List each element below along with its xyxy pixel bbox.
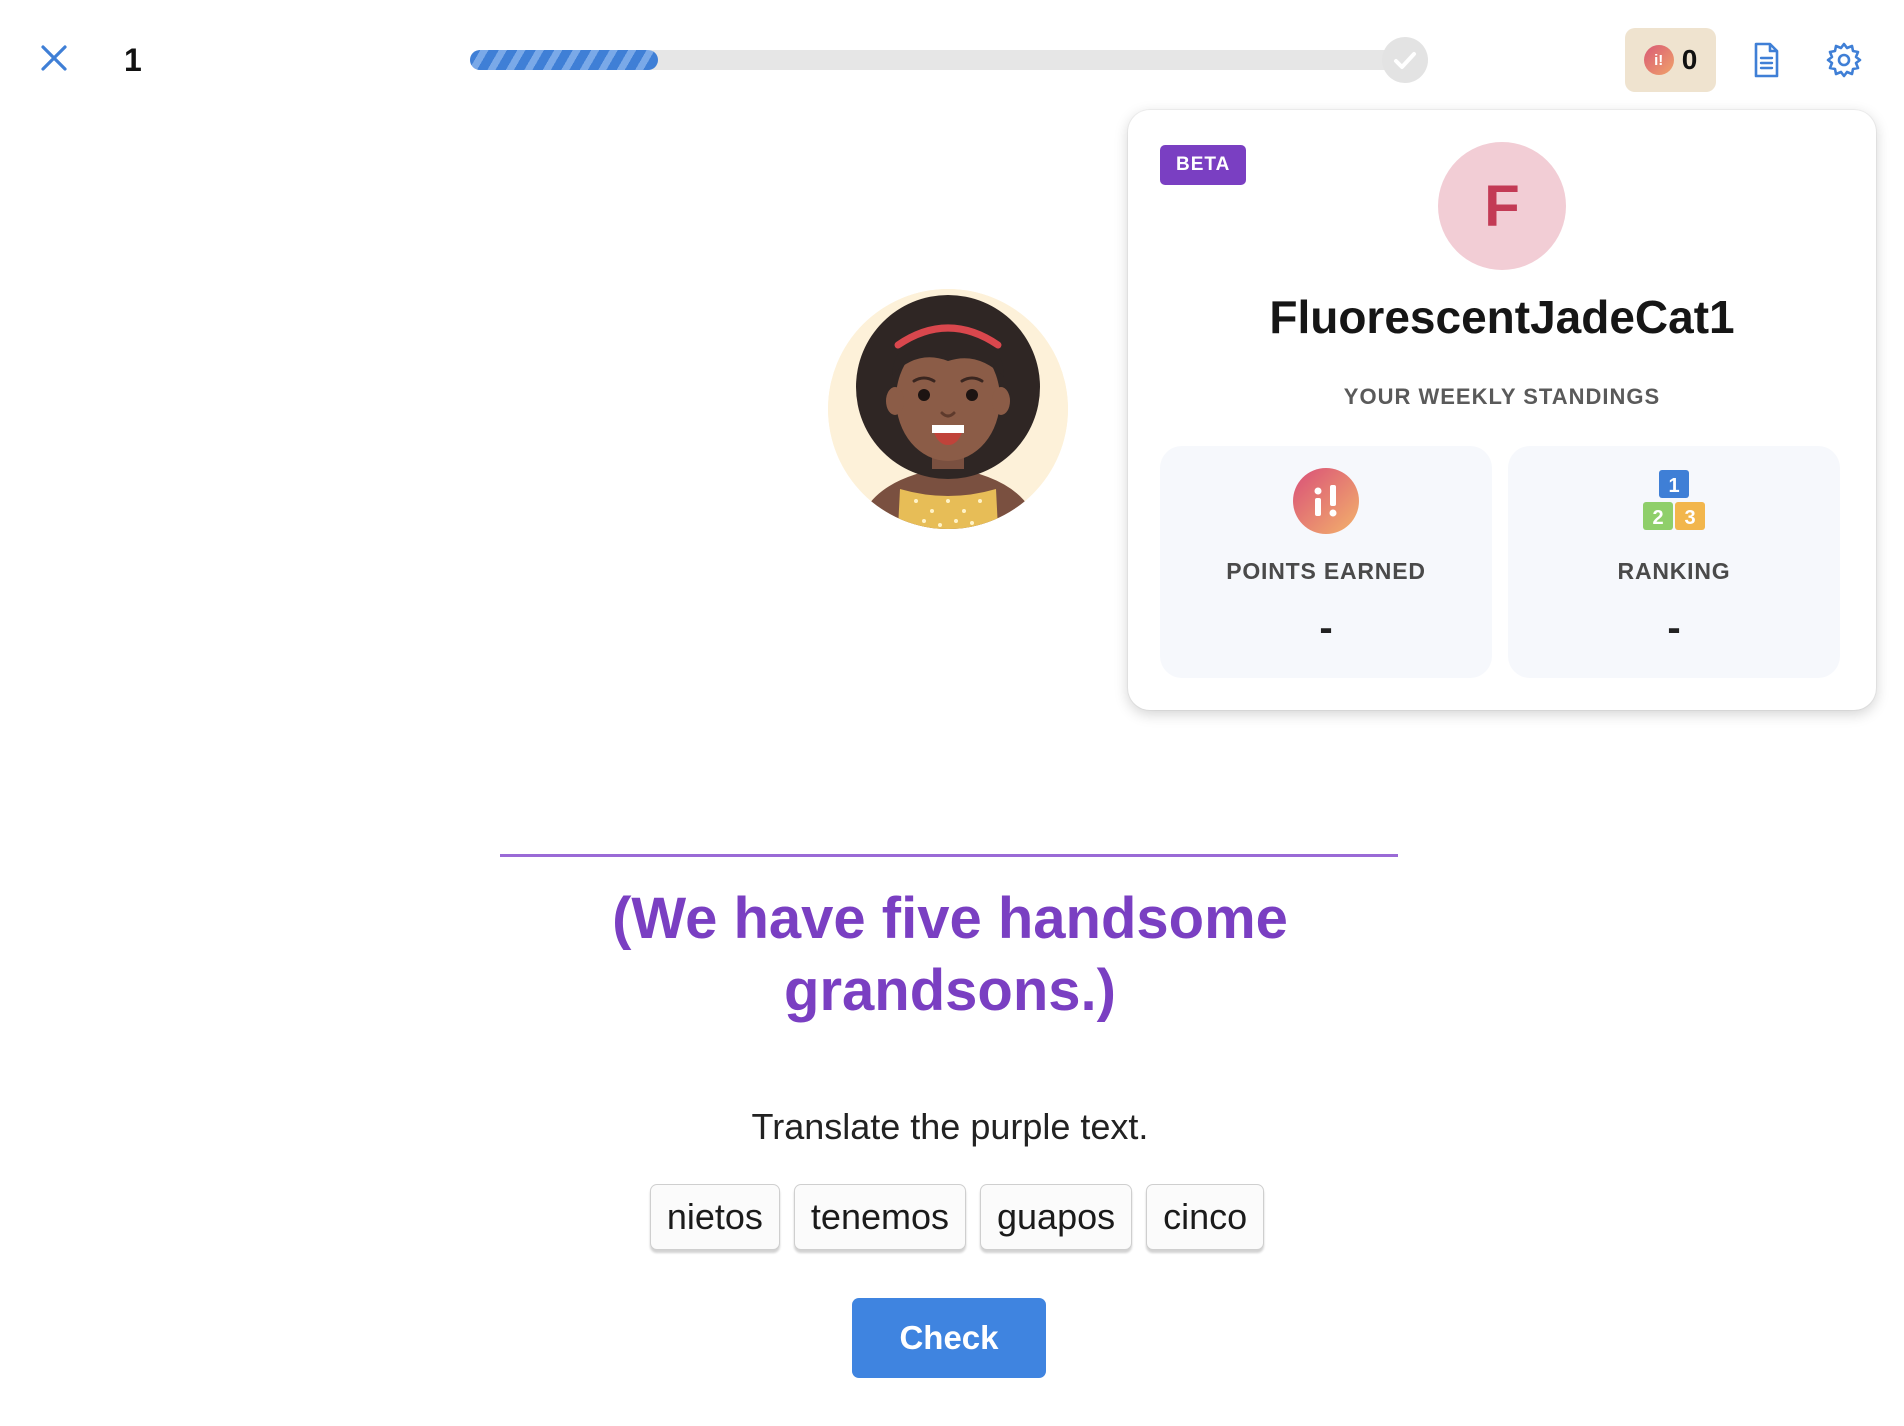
checkmark-icon	[1394, 52, 1416, 69]
translation-prompt: (We have five handsome grandsons.)	[612, 886, 1288, 1023]
rank-digit-2: 2	[1652, 507, 1663, 529]
points-earned-label: POINTS EARNED	[1226, 558, 1426, 584]
word-bank: nietos tenemos guapos cinco	[0, 1184, 1904, 1250]
check-button[interactable]: Check	[852, 1298, 1046, 1378]
prompt-divider	[500, 854, 1398, 857]
speaker-avatar	[828, 289, 1068, 529]
points-button[interactable]: i! 0	[1625, 28, 1716, 92]
points-count: 0	[1681, 44, 1698, 75]
progress-checkpoint	[1382, 37, 1428, 83]
woman-character-illustration	[828, 289, 1068, 529]
word-tile[interactable]: tenemos	[793, 1184, 966, 1250]
instruction-text: Translate the purple text.	[751, 1106, 1149, 1147]
lesson-progress-bar	[470, 50, 1410, 70]
ranking-card: 1 2 3 RANKING -	[1508, 446, 1840, 678]
username: FluorescentJadeCat1	[1269, 291, 1735, 343]
document-icon[interactable]	[1746, 40, 1786, 80]
progress-fill	[470, 50, 658, 70]
rank-digit-3: 3	[1684, 507, 1695, 529]
ranking-label: RANKING	[1617, 558, 1731, 584]
beta-badge: BETA	[1160, 145, 1247, 185]
lesson-count: 1	[124, 42, 142, 78]
word-tile[interactable]: nietos	[649, 1184, 780, 1250]
gear-icon[interactable]	[1824, 40, 1864, 80]
close-icon[interactable]	[36, 40, 72, 76]
ranking-value: -	[1667, 606, 1681, 650]
points-earned-card: POINTS EARNED -	[1160, 446, 1492, 678]
user-avatar: F	[1438, 142, 1566, 270]
weekly-standings-title: YOUR WEEKLY STANDINGS	[1343, 384, 1661, 409]
points-icon	[1293, 468, 1359, 534]
word-tile[interactable]: cinco	[1146, 1184, 1265, 1250]
rank-digit-1: 1	[1668, 475, 1679, 497]
weekly-standings-popover: BETA F FluorescentJadeCat1 YOUR WEEKLY S…	[1128, 110, 1876, 710]
ranking-podium-icon: 1 2 3	[1643, 470, 1705, 530]
word-tile[interactable]: guapos	[980, 1184, 1133, 1250]
points-icon: i!	[1643, 45, 1674, 75]
points-earned-value: -	[1319, 606, 1333, 650]
